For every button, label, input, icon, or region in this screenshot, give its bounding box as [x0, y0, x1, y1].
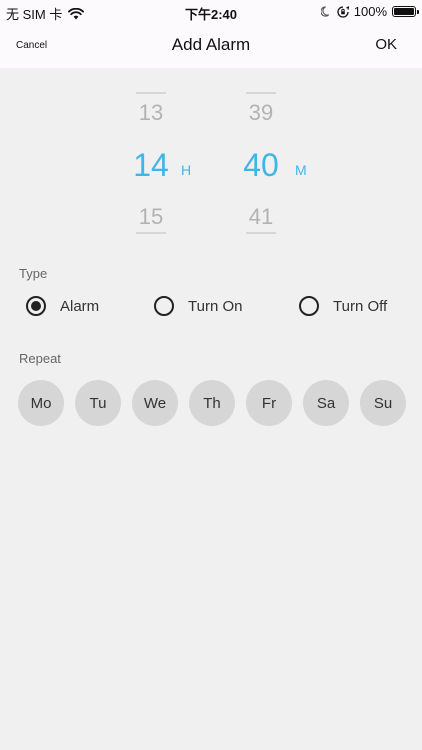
repeat-days-row: Mo Tu We Th Fr Sa Su: [18, 380, 406, 426]
radio-turn-off-label: Turn Off: [333, 297, 388, 315]
day-button-we[interactable]: We: [132, 380, 178, 426]
day-button-fr[interactable]: Fr: [246, 380, 292, 426]
battery-icon: [392, 6, 419, 17]
radio-unselected-icon[interactable]: [154, 296, 174, 316]
radio-unselected-icon[interactable]: [299, 296, 319, 316]
type-section-label: Type: [19, 266, 48, 281]
orientation-lock-icon: [337, 5, 349, 18]
page-title: Add Alarm: [171, 35, 251, 54]
hour-next-value[interactable]: 15: [128, 204, 174, 230]
day-button-tu[interactable]: Tu: [75, 380, 121, 426]
repeat-section-label: Repeat: [19, 351, 61, 366]
battery-percent: 100%: [353, 4, 387, 19]
radio-alarm[interactable]: Alarm: [26, 296, 99, 316]
hour-picker[interactable]: 13 14 15: [128, 92, 174, 234]
picker-edge: [136, 92, 166, 94]
radio-alarm-label: Alarm: [60, 297, 100, 315]
day-button-su[interactable]: Su: [360, 380, 406, 426]
minute-next-value[interactable]: 41: [238, 204, 284, 230]
ok-button[interactable]: OK: [375, 36, 397, 53]
hour-prev-value[interactable]: 13: [128, 100, 174, 126]
day-button-sa[interactable]: Sa: [303, 380, 349, 426]
picker-edge: [246, 92, 276, 94]
minute-prev-value[interactable]: 39: [238, 100, 284, 126]
day-button-th[interactable]: Th: [189, 380, 235, 426]
picker-edge: [136, 232, 166, 234]
status-bar: 无 SIM 卡 下午2:40 100%: [0, 0, 422, 24]
day-button-mo[interactable]: Mo: [18, 380, 64, 426]
radio-turn-off[interactable]: Turn Off: [299, 296, 387, 316]
radio-turn-on-label: Turn On: [188, 297, 243, 315]
minute-unit-label: M: [295, 162, 307, 178]
nav-bar: Cancel Add Alarm OK: [0, 24, 422, 68]
hour-unit-label: H: [181, 162, 192, 178]
hour-selected-value[interactable]: 14: [128, 147, 174, 184]
radio-selected-icon[interactable]: [26, 296, 46, 316]
status-right: 100%: [320, 4, 419, 19]
minute-picker[interactable]: 39 40 41: [238, 92, 284, 234]
moon-icon: [320, 6, 329, 17]
radio-turn-on[interactable]: Turn On: [154, 296, 242, 316]
picker-edge: [246, 232, 276, 234]
minute-selected-value[interactable]: 40: [238, 147, 284, 184]
